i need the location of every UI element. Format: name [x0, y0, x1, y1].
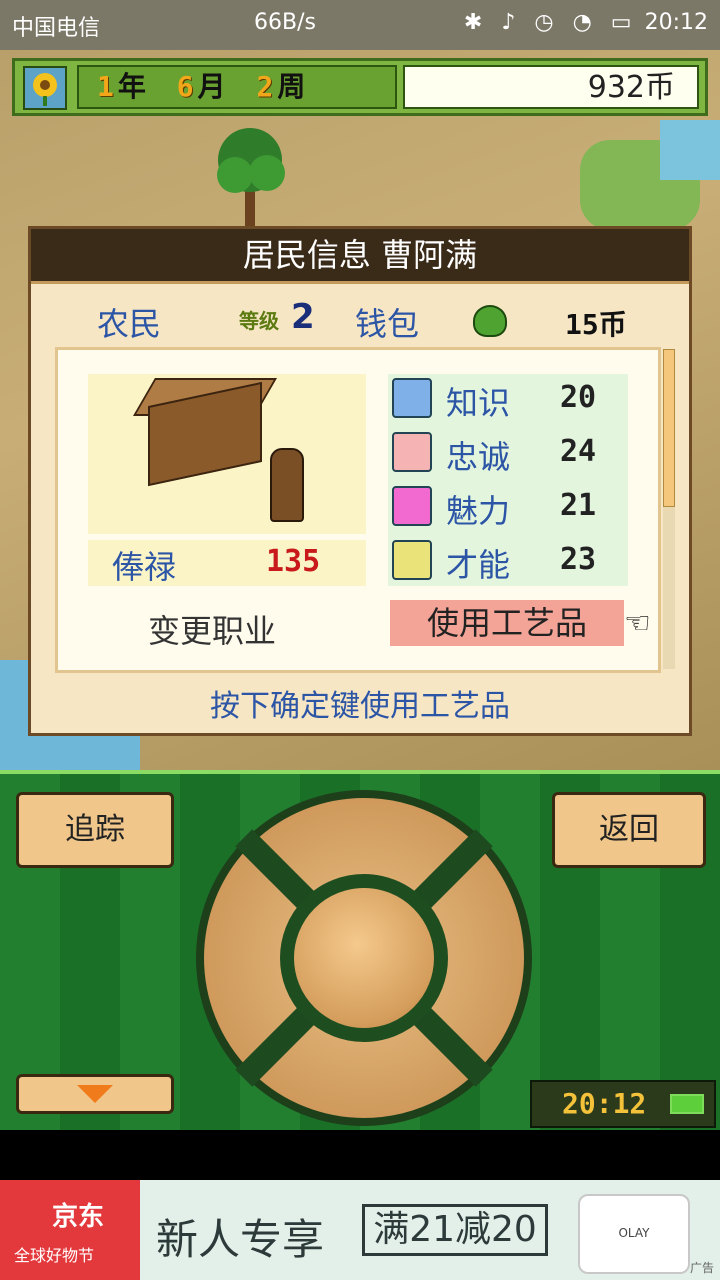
- menu-down-button[interactable]: [16, 1074, 174, 1114]
- ad-banner[interactable]: 京东 全球好物节 新人专享 满21减20 OLAY 广告: [0, 1180, 720, 1280]
- network-speed: 66B/s: [254, 10, 316, 35]
- stat-label: 知识: [446, 384, 511, 422]
- confirm-button[interactable]: [280, 874, 448, 1042]
- stat-value: 21: [560, 488, 597, 523]
- dialog-title: 居民信息 曹阿满: [31, 229, 689, 284]
- bluetooth-icon: ✱: [463, 10, 483, 35]
- ad-slogan: 新人专享: [156, 1215, 325, 1264]
- scrollbar-thumb[interactable]: [663, 349, 675, 507]
- clock: 20:12: [644, 10, 708, 35]
- week-unit: 周: [277, 70, 306, 103]
- heart-icon: [392, 486, 432, 526]
- stat-value: 24: [560, 434, 597, 469]
- year-number: 1: [97, 70, 114, 103]
- scrollbar[interactable]: [663, 349, 675, 669]
- game-date: 1年 6月 2周: [77, 65, 397, 109]
- wifi-icon: ◔: [572, 10, 592, 35]
- status-right: ✱ ♪ ◷ ◔ ▭ 20:12: [458, 10, 708, 35]
- change-job-option[interactable]: 变更职业: [148, 606, 276, 652]
- jd-logo: 京东 全球好物节: [0, 1180, 140, 1280]
- salary-value: 135: [266, 544, 321, 579]
- track-button[interactable]: 追踪: [16, 792, 174, 868]
- stat-label: 忠诚: [446, 438, 511, 476]
- stat-label: 魅力: [446, 492, 511, 530]
- game-clock: 20:12: [530, 1080, 716, 1128]
- sparkle-icon: [392, 540, 432, 580]
- game-clock-time: 20:12: [562, 1087, 647, 1120]
- sunflower-icon[interactable]: [23, 66, 67, 110]
- stat-value: 20: [560, 380, 597, 415]
- year-unit: 年: [117, 70, 146, 103]
- wallet-label: 钱包: [355, 305, 420, 343]
- month-unit: 月: [197, 70, 226, 103]
- wallet-value: 15币: [565, 308, 627, 341]
- ad-tag[interactable]: 广告: [690, 1259, 714, 1276]
- stat-charm: 魅力 21: [388, 482, 628, 536]
- stat-knowledge: 知识 20: [388, 374, 628, 428]
- salary-row: 俸禄 135: [88, 540, 366, 586]
- battery-icon: ▭: [610, 10, 632, 35]
- product-image: OLAY: [578, 1194, 690, 1274]
- mute-icon: ♪: [501, 10, 516, 35]
- brand-name: 京东: [52, 1202, 105, 1232]
- battery-icon: [670, 1094, 704, 1114]
- stat-loyalty: 忠诚 24: [388, 428, 628, 482]
- ad-offer: 满21减20: [362, 1204, 548, 1256]
- resident-sprite: [270, 448, 304, 522]
- month-number: 6: [176, 70, 194, 103]
- brand-subtitle: 全球好物节: [14, 1246, 95, 1265]
- alarm-icon: ◷: [534, 10, 554, 35]
- use-item-option[interactable]: 使用工艺品: [390, 600, 624, 646]
- coin-balance: 932币: [403, 65, 699, 109]
- money-bag-icon: [473, 305, 507, 337]
- resident-portrait: [88, 374, 366, 534]
- back-button[interactable]: 返回: [552, 792, 706, 868]
- triangle-down-icon: [77, 1085, 113, 1103]
- level-label: 等级: [239, 309, 279, 333]
- control-pad: 追踪 返回 20:12: [0, 770, 720, 1130]
- salary-label: 俸禄: [112, 548, 177, 586]
- eye-icon: [392, 432, 432, 472]
- pointing-hand-icon: ☜: [624, 606, 651, 641]
- water: [660, 120, 720, 180]
- stat-talent: 才能 23: [388, 536, 628, 590]
- top-bar: 1年 6月 2周 932币: [12, 58, 708, 116]
- carrier: 中国电信: [12, 16, 101, 41]
- hint-text: 按下确定键使用工艺品: [210, 689, 510, 724]
- resident-info-dialog: 居民信息 曹阿满 农民 等级 2 钱包 15币 俸禄 135 知识 20 忠诚: [28, 226, 692, 736]
- lightbulb-icon: [392, 378, 432, 418]
- status-bar: 中国电信 66B/s ✱ ♪ ◷ ◔ ▭ 20:12: [0, 0, 720, 50]
- stat-value: 23: [560, 542, 597, 577]
- info-panel: 俸禄 135 知识 20 忠诚 24 魅力 21 才能 23 变更职业 使用工艺…: [55, 347, 661, 673]
- direction-pad[interactable]: [196, 790, 532, 1126]
- stat-label: 才能: [446, 546, 511, 584]
- level-value: 2: [291, 297, 315, 337]
- stats-list: 知识 20 忠诚 24 魅力 21 才能 23: [388, 374, 628, 586]
- resident-summary: 农民 等级 2 钱包 15币: [31, 297, 689, 343]
- week-number: 2: [256, 70, 274, 103]
- job-label: 农民: [97, 305, 162, 343]
